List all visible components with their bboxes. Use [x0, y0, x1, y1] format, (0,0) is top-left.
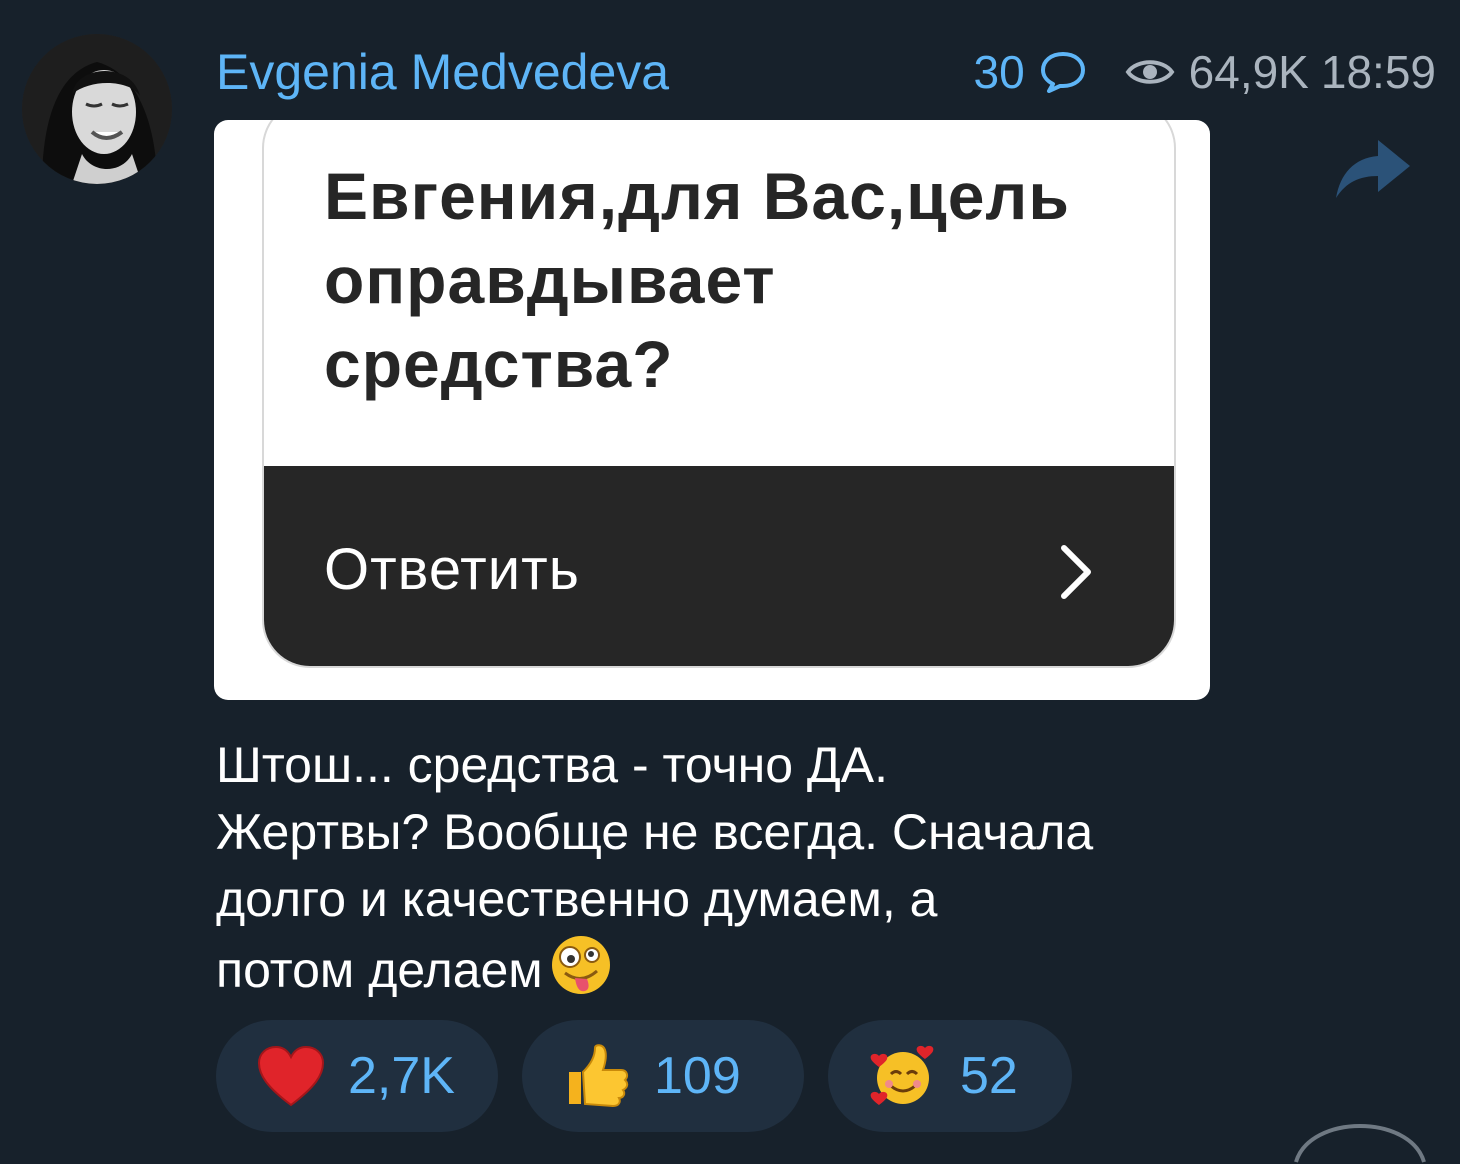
smiling-face-with-hearts-icon	[868, 1041, 938, 1111]
message-line-last: потом делаем	[216, 933, 1236, 1004]
reaction-count: 52	[960, 1047, 1018, 1105]
avatar-photo	[22, 34, 172, 184]
message-line: долго и качественно думаем, а	[216, 871, 938, 927]
views-count: 64,9K	[1188, 46, 1309, 98]
reaction-heart[interactable]: 2,7K	[216, 1020, 498, 1132]
message-line: потом делаем	[216, 942, 543, 998]
question-text: Евгения,для Вас,цель оправдывает средств…	[324, 154, 1144, 406]
comments-count[interactable]: 30	[973, 45, 1024, 99]
answer-label: Ответить	[324, 537, 580, 602]
avatar[interactable]	[22, 34, 172, 184]
reaction-thumbs-up[interactable]: 109	[522, 1020, 804, 1132]
reaction-count: 109	[654, 1047, 741, 1105]
message-text: Штош... средства - точно ДА. Жертвы? Воо…	[216, 732, 1236, 1004]
channel-author-name[interactable]: Evgenia Medvedeva	[216, 40, 669, 104]
zany-face-emoji-icon	[551, 936, 610, 994]
answer-bar[interactable]: Ответить	[264, 466, 1174, 666]
post-header: Evgenia Medvedeva 30 64,9K 18:59	[216, 40, 1446, 104]
comment-bubble-icon[interactable]	[1039, 50, 1087, 94]
media-card[interactable]: Евгения,для Вас,цель оправдывает средств…	[214, 120, 1210, 700]
thumbs-up-icon	[562, 1041, 632, 1111]
question-line: оправдывает	[324, 243, 776, 317]
scroll-down-button[interactable]	[1290, 1104, 1430, 1164]
question-line: средства?	[324, 327, 674, 401]
red-heart-icon	[256, 1041, 326, 1111]
post-meta: 30 64,9K 18:59	[973, 40, 1436, 104]
share-arrow-icon[interactable]	[1334, 136, 1412, 202]
reaction-count: 2,7K	[348, 1047, 455, 1105]
eye-icon	[1125, 55, 1175, 89]
reaction-smiling-hearts[interactable]: 52	[828, 1020, 1072, 1132]
message-line: Штош... средства - точно ДА.	[216, 737, 888, 793]
message-line: Жертвы? Вообще не всегда. Сначала	[216, 804, 1094, 860]
question-sticker: Евгения,для Вас,цель оправдывает средств…	[262, 120, 1176, 668]
question-line: Евгения,для Вас,цель	[324, 159, 1070, 233]
post-time: 18:59	[1320, 46, 1436, 98]
chevron-right-icon	[1061, 545, 1091, 599]
